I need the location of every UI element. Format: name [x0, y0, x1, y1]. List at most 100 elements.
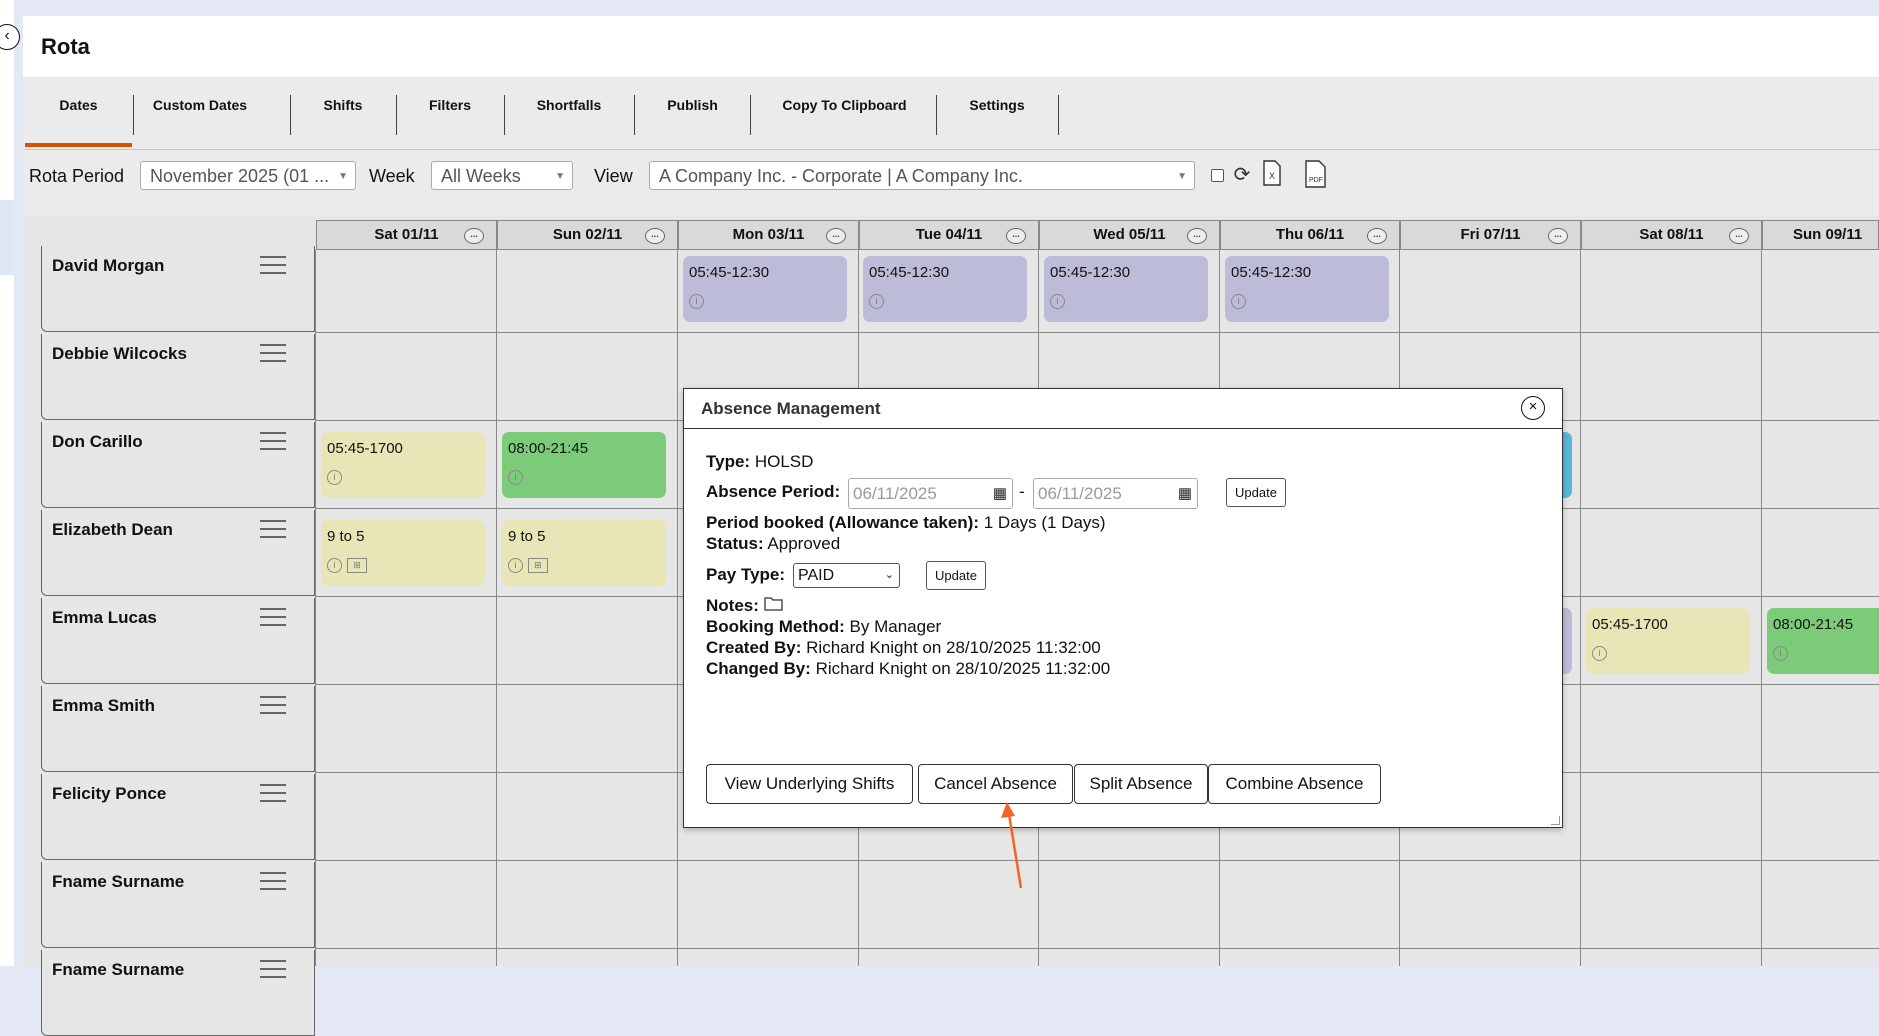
cancel-absence-button[interactable]: Cancel Absence [918, 764, 1073, 804]
shift-block[interactable]: 05:45-1700 i [1586, 608, 1750, 674]
info-icon[interactable]: i [1050, 294, 1065, 309]
day-menu-icon[interactable]: ... [1187, 228, 1207, 244]
hamburger-menu-icon[interactable] [260, 696, 286, 718]
calendar-icon[interactable]: ▦ [1178, 479, 1192, 508]
folder-icon[interactable] [763, 596, 784, 615]
info-icon[interactable]: i [1231, 294, 1246, 309]
employee-row-header: David Morgan [41, 246, 315, 332]
info-icon[interactable]: i [508, 558, 523, 573]
tab-copy-to-clipboard[interactable]: Copy To Clipboard [751, 95, 938, 131]
status-value: Approved [767, 534, 841, 553]
created-by-row: Created By: Richard Knight on 28/10/2025… [706, 638, 1101, 658]
employee-name: Don Carillo [52, 432, 143, 451]
hamburger-menu-icon[interactable] [260, 608, 286, 630]
pay-type-update-button[interactable]: Update [926, 561, 986, 590]
booking-method-row: Booking Method: By Manager [706, 617, 941, 637]
employee-name: Emma Smith [52, 696, 155, 715]
resize-handle[interactable] [1551, 816, 1560, 825]
shift-time: 05:45-12:30 [1050, 264, 1131, 281]
shift-block[interactable]: 05:45-1700 i [321, 432, 485, 498]
shift-time: 05:45-12:30 [1231, 264, 1312, 281]
select-all-checkbox[interactable] [1211, 169, 1224, 182]
day-menu-icon[interactable]: ... [645, 228, 665, 244]
day-menu-icon[interactable]: ... [1729, 228, 1749, 244]
info-icon[interactable]: i [689, 294, 704, 309]
shift-block[interactable]: 05:45-12:30 i [1225, 256, 1389, 322]
employee-name: Debbie Wilcocks [52, 344, 187, 363]
week-value: All Weeks [441, 166, 521, 186]
week-select[interactable]: All Weeks ▼ [431, 161, 573, 190]
view-select[interactable]: A Company Inc. - Corporate | A Company I… [649, 161, 1195, 190]
hamburger-menu-icon[interactable] [260, 520, 286, 542]
period-update-button[interactable]: Update [1226, 478, 1286, 507]
break-icon: ⊞ [347, 558, 367, 573]
day-menu-icon[interactable]: ... [464, 228, 484, 244]
period-to-date-input[interactable]: 06/11/2025 ▦ [1033, 478, 1198, 509]
shift-block[interactable]: 05:45-12:30 i [683, 256, 847, 322]
left-strip-marker [0, 200, 14, 275]
close-icon[interactable]: × [1521, 396, 1545, 420]
day-menu-icon[interactable]: ... [1006, 228, 1026, 244]
shift-time: 05:45-12:30 [869, 264, 950, 281]
period-from-date-input[interactable]: 06/11/2025 ▦ [848, 478, 1013, 509]
day-header-label: Fri 07/11 [1460, 226, 1521, 243]
tab-filters[interactable]: Filters [397, 95, 503, 131]
shift-block[interactable]: 05:45-12:30 i [1044, 256, 1208, 322]
active-tab-indicator [25, 143, 132, 147]
hamburger-menu-icon[interactable] [260, 256, 286, 278]
combine-absence-button[interactable]: Combine Absence [1208, 764, 1381, 804]
notes-label: Notes: [706, 596, 759, 615]
hamburger-menu-icon[interactable] [260, 872, 286, 894]
tab-settings[interactable]: Settings [937, 95, 1057, 131]
hamburger-menu-icon[interactable] [260, 960, 286, 982]
shift-block[interactable]: 08:00-21:45 i [1767, 608, 1879, 674]
day-header: Fri 07/11... [1400, 220, 1581, 250]
type-label: Type: [706, 452, 751, 471]
dialog-header: Absence Management × [684, 389, 1562, 429]
employee-name: David Morgan [52, 256, 165, 275]
pay-type-value: PAID [798, 567, 835, 584]
info-icon[interactable]: i [327, 470, 342, 485]
employee-row-header: Emma Smith [41, 686, 315, 772]
rota-period-select[interactable]: November 2025 (01 ... ▼ [140, 161, 356, 190]
grid-line [315, 250, 316, 966]
info-icon[interactable]: i [1773, 646, 1788, 661]
changed-by-row: Changed By: Richard Knight on 28/10/2025… [706, 659, 1110, 679]
refresh-icon[interactable]: ⟳ [1229, 160, 1255, 190]
hamburger-menu-icon[interactable] [260, 784, 286, 806]
day-header: Tue 04/11... [859, 220, 1039, 250]
split-absence-button[interactable]: Split Absence [1074, 764, 1208, 804]
period-separator: - [1019, 482, 1025, 501]
employee-row-header: Emma Lucas [41, 598, 315, 684]
tab-dates[interactable]: Dates [25, 95, 132, 131]
back-icon[interactable]: ‹ [0, 24, 20, 50]
excel-export-icon[interactable]: X [1259, 160, 1285, 190]
hamburger-menu-icon[interactable] [260, 344, 286, 366]
view-underlying-shifts-button[interactable]: View Underlying Shifts [706, 764, 913, 804]
shift-block[interactable]: 9 to 5 i ⊞ [502, 520, 666, 586]
day-header-label: Mon 03/11 [732, 226, 805, 243]
info-icon[interactable]: i [508, 470, 523, 485]
pdf-export-icon[interactable]: PDF [1303, 160, 1329, 190]
info-icon[interactable]: i [869, 294, 884, 309]
calendar-icon[interactable]: ▦ [993, 479, 1007, 508]
day-menu-icon[interactable]: ... [1548, 228, 1568, 244]
absence-period-label: Absence Period: [706, 482, 841, 501]
shift-block[interactable]: 9 to 5 i ⊞ [321, 520, 485, 586]
tab-shifts[interactable]: Shifts [291, 95, 395, 131]
tab-shortfalls[interactable]: Shortfalls [505, 95, 633, 131]
tab-custom-dates[interactable]: Custom Dates [135, 95, 265, 131]
hamburger-menu-icon[interactable] [260, 432, 286, 454]
break-icon: ⊞ [528, 558, 548, 573]
info-icon[interactable]: i [327, 558, 342, 573]
day-menu-icon[interactable]: ... [1367, 228, 1387, 244]
shift-block[interactable]: 08:00-21:45 i [502, 432, 666, 498]
grid-line [677, 250, 678, 966]
day-menu-icon[interactable]: ... [826, 228, 846, 244]
tab-publish[interactable]: Publish [635, 95, 750, 131]
day-header: Wed 05/11... [1039, 220, 1220, 250]
employee-row-header: Felicity Ponce [41, 774, 315, 860]
info-icon[interactable]: i [1592, 646, 1607, 661]
shift-block[interactable]: 05:45-12:30 i [863, 256, 1027, 322]
pay-type-select[interactable]: PAID ⌄ [793, 563, 900, 588]
